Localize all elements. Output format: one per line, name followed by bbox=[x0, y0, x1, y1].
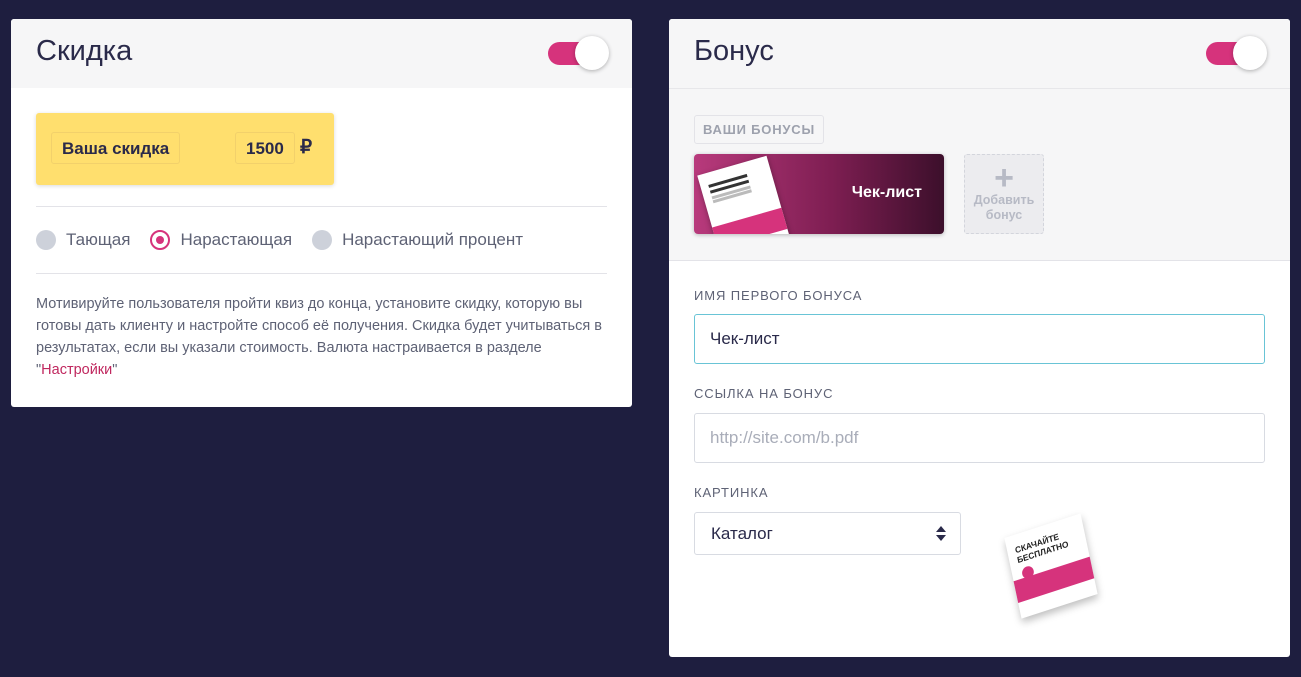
discount-help-text: Мотивируйте пользователя пройти квиз до … bbox=[36, 293, 611, 381]
radio-narastayushchaya[interactable]: Нарастающая bbox=[150, 230, 292, 250]
bonus-toggle[interactable] bbox=[1206, 36, 1267, 70]
bonus-list-section: ВАШИ БОНУСЫ Чек-лист + Добавить бонус bbox=[669, 88, 1290, 261]
radio-circle bbox=[36, 230, 56, 250]
add-bonus-label: Добавить бонус bbox=[973, 193, 1035, 222]
radio-narastayushchiy-procent[interactable]: Нарастающий процент bbox=[312, 230, 523, 250]
settings-link[interactable]: Настройки bbox=[41, 362, 112, 378]
help-text-end: " bbox=[112, 362, 118, 378]
help-text-body: Мотивируйте пользователя пройти квиз до … bbox=[36, 296, 602, 378]
preview-band bbox=[1013, 556, 1095, 603]
plus-icon: + bbox=[994, 159, 1014, 197]
divider bbox=[36, 273, 607, 274]
book-band bbox=[712, 207, 788, 234]
discount-toggle-knob bbox=[575, 36, 609, 70]
bonus-link-label: ССЫЛКА НА БОНУС bbox=[694, 386, 834, 401]
radio-label: Тающая bbox=[66, 230, 131, 249]
bonus-image-label: КАРТИНКА bbox=[694, 485, 769, 500]
discount-currency: ₽ bbox=[300, 137, 313, 158]
preview-title: СКАЧАЙТЕ БЕСПЛАТНО bbox=[1014, 531, 1070, 566]
bonus-title: Бонус bbox=[694, 35, 774, 67]
discount-toggle[interactable] bbox=[548, 36, 609, 70]
discount-value-input[interactable]: 1500 bbox=[235, 132, 295, 164]
radio-circle-selected bbox=[150, 230, 171, 250]
bonus-toggle-knob bbox=[1233, 36, 1267, 70]
bonus-thumbnail-image bbox=[697, 155, 791, 234]
discount-card-header: Скидка bbox=[11, 19, 632, 88]
bonus-image-select[interactable]: Каталог bbox=[694, 512, 961, 555]
discount-box: Ваша скидка 1500 ₽ bbox=[36, 113, 334, 185]
bonus-name-input[interactable] bbox=[694, 314, 1265, 364]
radio-circle bbox=[312, 230, 333, 250]
discount-label: Ваша скидка bbox=[51, 132, 181, 164]
bonus-item-checklist[interactable]: Чек-лист bbox=[694, 154, 944, 234]
divider bbox=[36, 206, 607, 207]
discount-title: Скидка bbox=[36, 35, 133, 67]
your-bonuses-tag: ВАШИ БОНУСЫ bbox=[694, 115, 824, 144]
bonus-item-title: Чек-лист bbox=[851, 184, 922, 201]
select-value: Каталог bbox=[711, 524, 773, 543]
preview-book-image: СКАЧАЙТЕ БЕСПЛАТНО bbox=[1004, 513, 1098, 619]
bonus-card: Бонус ВАШИ БОНУСЫ Чек-лист + Добавить бо… bbox=[669, 19, 1290, 657]
add-bonus-button[interactable]: + Добавить бонус bbox=[964, 154, 1044, 234]
radio-label: Нарастающая bbox=[180, 230, 293, 249]
bonus-name-label: ИМЯ ПЕРВОГО БОНУСА bbox=[694, 288, 863, 303]
radio-tayushchaya[interactable]: Тающая bbox=[36, 230, 130, 250]
select-arrows-icon bbox=[936, 523, 946, 545]
discount-mode-group: Тающая Нарастающая Нарастающий процент bbox=[36, 228, 543, 252]
radio-label: Нарастающий процент bbox=[342, 230, 524, 249]
book-text-lines bbox=[708, 173, 748, 188]
bonus-card-header: Бонус bbox=[669, 19, 1290, 88]
bonus-link-input[interactable] bbox=[694, 413, 1265, 463]
bonus-image-preview: СКАЧАЙТЕ БЕСПЛАТНО bbox=[999, 513, 1114, 619]
discount-card: Скидка Ваша скидка 1500 ₽ Тающая Нараста… bbox=[11, 19, 632, 407]
